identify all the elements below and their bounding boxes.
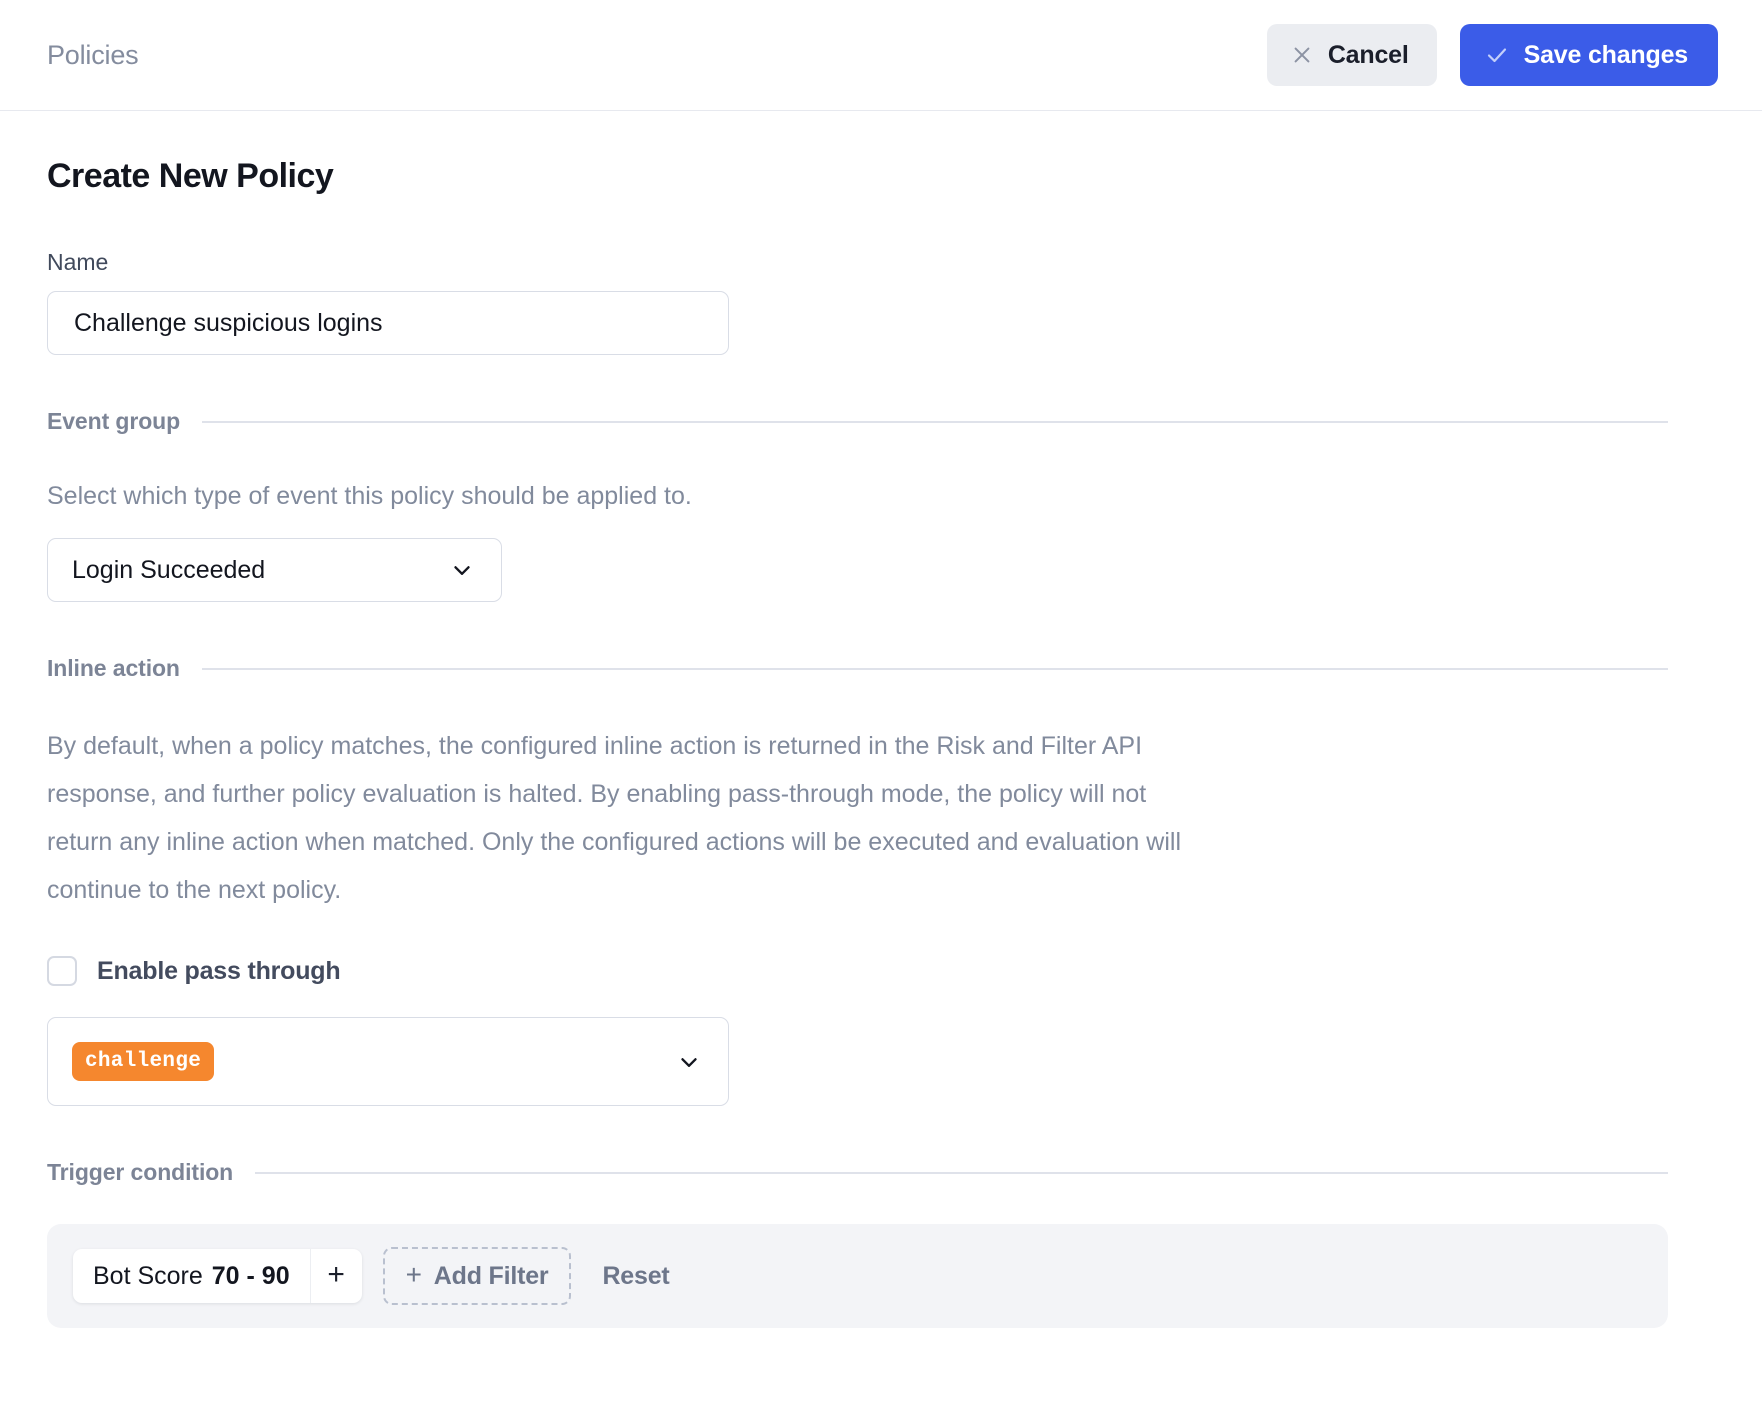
filter-chip-bot-score[interactable]: Bot Score 70 - 90 +	[73, 1249, 362, 1303]
add-filter-label: Add Filter	[433, 1261, 549, 1290]
section-divider	[201, 667, 1668, 670]
inline-action-description: By default, when a policy matches, the c…	[47, 732, 1181, 904]
event-group-select[interactable]: Login Succeeded	[47, 538, 502, 602]
event-group-helper-text: Select which type of event this policy s…	[47, 482, 692, 510]
trigger-condition-section-title: Trigger condition	[47, 1159, 234, 1185]
name-field-group: Name	[47, 249, 1715, 355]
event-group-section-header: Event group	[47, 408, 1715, 435]
close-icon	[1291, 44, 1313, 66]
section-divider	[255, 1171, 1668, 1174]
save-changes-button-label: Save changes	[1523, 40, 1689, 69]
save-changes-button[interactable]: Save changes	[1459, 24, 1718, 86]
name-input[interactable]	[47, 291, 729, 355]
inline-action-section-header: Inline action	[47, 655, 1715, 682]
cancel-button-label: Cancel	[1327, 40, 1409, 69]
filter-chip-content[interactable]: Bot Score 70 - 90	[73, 1249, 310, 1303]
chevron-down-icon	[449, 557, 475, 583]
topbar-actions: Cancel Save changes	[1266, 24, 1718, 86]
inline-action-section-title: Inline action	[47, 655, 180, 681]
cancel-button[interactable]: Cancel	[1266, 24, 1437, 86]
section-divider	[202, 420, 1668, 423]
action-tag-challenge[interactable]: challenge	[72, 1042, 215, 1081]
chevron-down-icon	[676, 1049, 702, 1075]
event-group-section-title: Event group	[47, 408, 181, 434]
filter-chip-field: Bot Score	[93, 1261, 203, 1290]
plus-icon: +	[405, 1258, 422, 1290]
top-bar: Policies Cancel Save changes	[0, 0, 1762, 111]
trigger-condition-panel: Bot Score 70 - 90 + + Add Filter Reset	[47, 1224, 1668, 1328]
page-body: Create New Policy Name Event group Selec…	[0, 111, 1762, 1328]
name-field-label: Name	[47, 249, 109, 275]
reset-button[interactable]: Reset	[592, 1254, 679, 1299]
enable-pass-through-checkbox[interactable]	[47, 956, 77, 986]
inline-action-select[interactable]: challenge	[47, 1017, 729, 1106]
filter-chip-add-button[interactable]: +	[309, 1249, 362, 1303]
breadcrumb[interactable]: Policies	[47, 40, 139, 71]
page-title: Create New Policy	[47, 157, 334, 195]
add-filter-button[interactable]: + Add Filter	[382, 1247, 572, 1305]
enable-pass-through-row[interactable]: Enable pass through	[47, 956, 1715, 986]
check-icon	[1485, 43, 1509, 67]
event-group-select-value: Login Succeeded	[72, 555, 266, 584]
filter-chip-value: 70 - 90	[211, 1261, 290, 1290]
trigger-condition-section-header: Trigger condition	[47, 1159, 1715, 1186]
enable-pass-through-label: Enable pass through	[97, 956, 341, 985]
